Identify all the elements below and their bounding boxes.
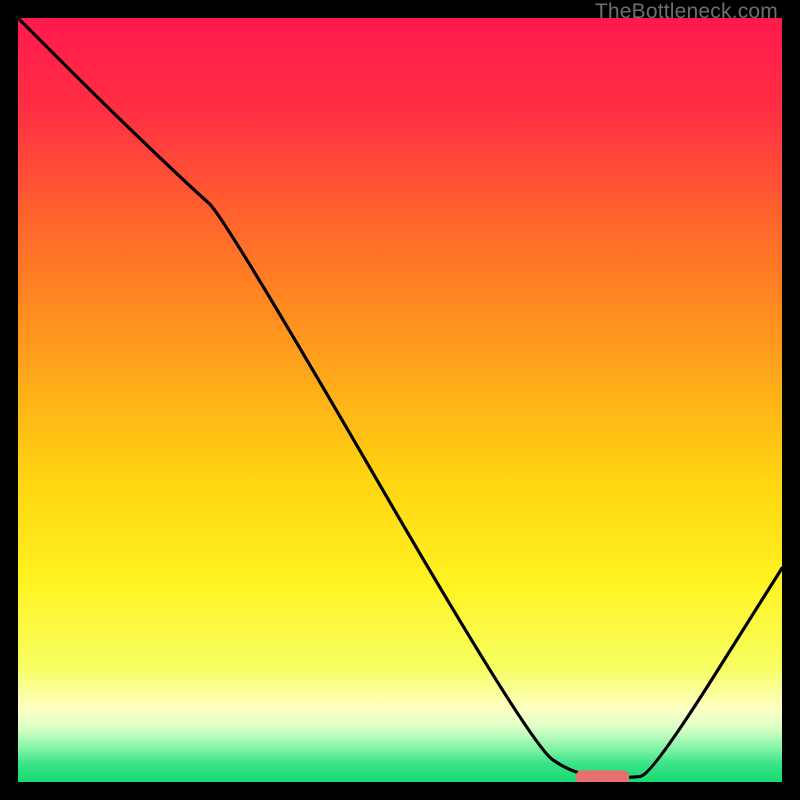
chart-svg [18, 18, 782, 782]
watermark-label: TheBottleneck.com [595, 0, 778, 24]
chart-frame [18, 18, 782, 782]
sweet-spot-marker [576, 770, 629, 782]
